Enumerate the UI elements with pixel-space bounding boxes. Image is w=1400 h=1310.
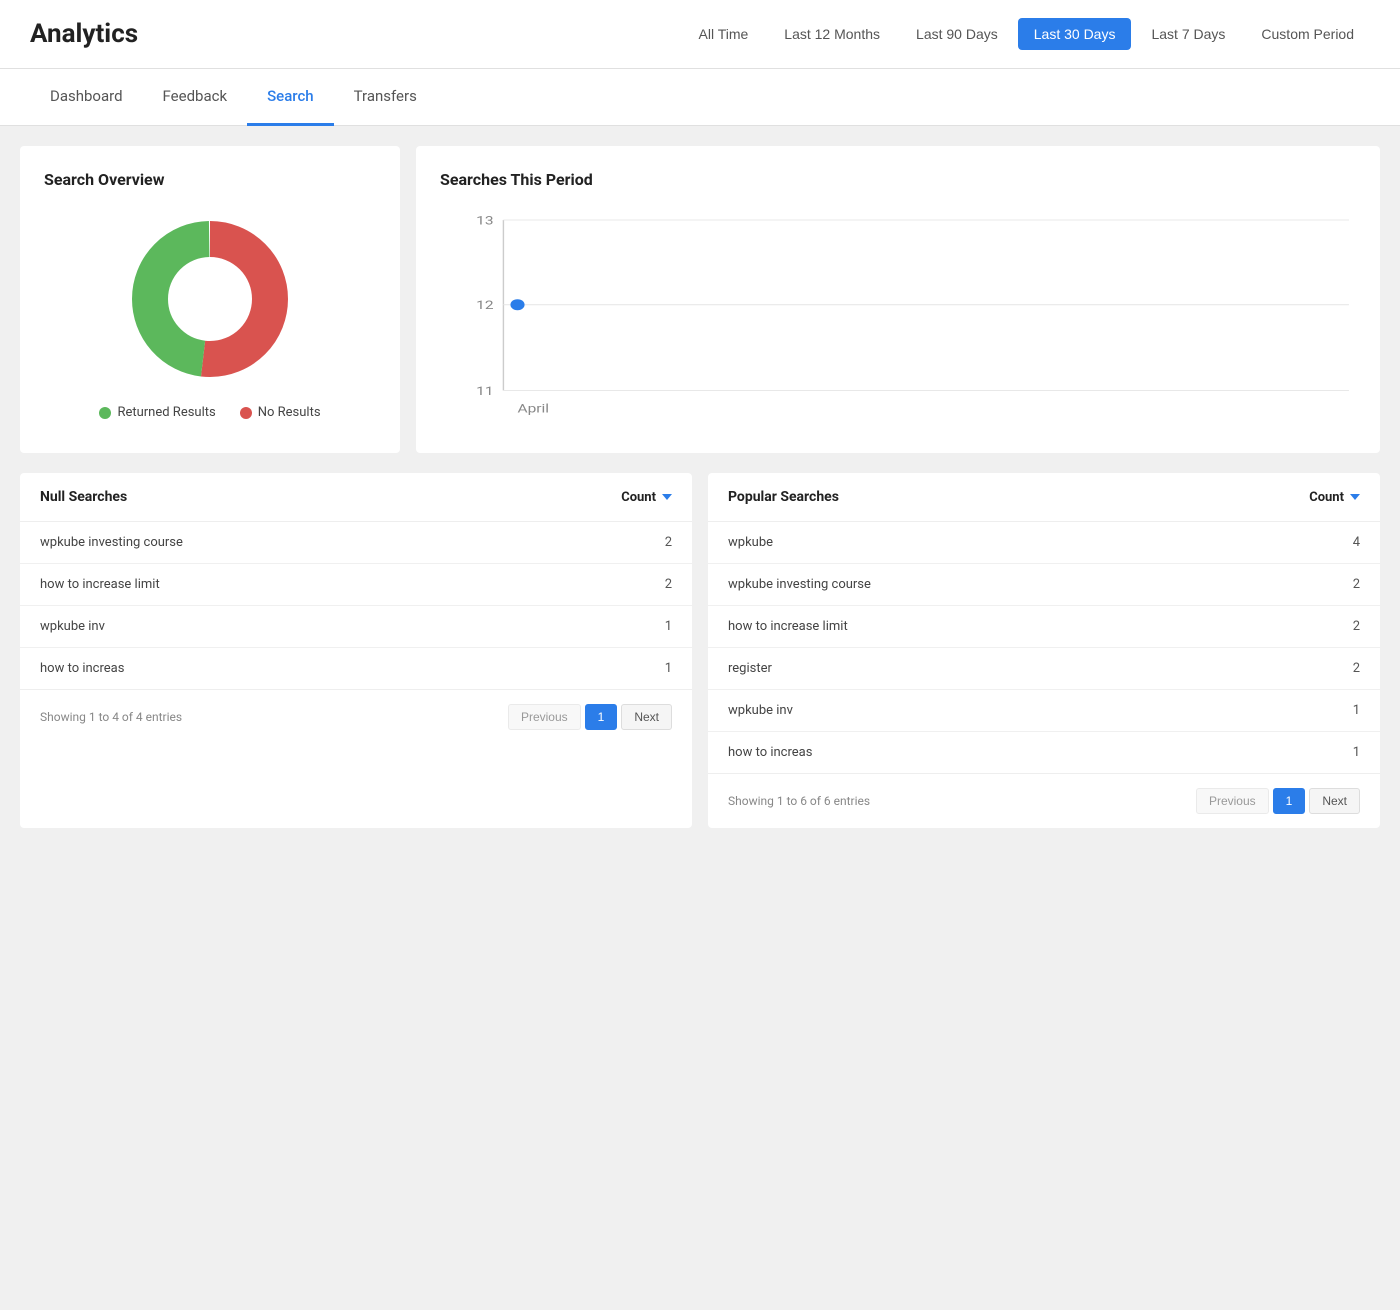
search-overview-card: Search Overview Returned Results No Resul… [20,146,400,453]
line-chart: 13 12 11 April [440,209,1356,429]
main-content: Search Overview Returned Results No Resul… [0,146,1400,848]
popular-searches-prev-btn[interactable]: Previous [1196,788,1269,814]
row-term: register [728,661,772,676]
tab-search[interactable]: Search [247,69,334,126]
row-term: how to increas [40,661,124,676]
legend-label: Returned Results [117,405,215,420]
null-searches-pagination: Showing 1 to 4 of 4 entries Previous 1 N… [20,689,692,744]
row-count: 2 [665,535,672,550]
null-searches-page-btn[interactable]: 1 [585,704,618,730]
svg-text:12: 12 [476,299,494,313]
table-row: register 2 [708,648,1380,690]
timeseries-card: Searches This Period 13 12 11 April [416,146,1380,453]
table-row: wpkube inv 1 [708,690,1380,732]
popular-searches-card: Popular Searches Count wpkube 4 wpkube inv… [708,473,1380,828]
charts-row: Search Overview Returned Results No Resul… [20,146,1380,453]
null-searches-title: Null Searches [40,489,127,505]
timeseries-title: Searches This Period [440,170,1356,189]
row-term: wpkube inv [728,703,793,718]
popular-searches-rows: wpkube4wpkube investing course2how to in… [708,522,1380,773]
row-count: 1 [665,619,672,634]
row-term: wpkube inv [40,619,105,634]
tabs-bar: DashboardFeedbackSearchTransfers [0,69,1400,126]
table-row: how to increas 1 [20,648,692,689]
donut-chart-container: Returned Results No Results [44,209,376,420]
null-searches-showing: Showing 1 to 4 of 4 entries [40,710,182,724]
legend-item: Returned Results [99,405,215,420]
popular-searches-count-header: Count [1309,490,1360,505]
row-count: 2 [1353,661,1360,676]
popular-searches-title: Popular Searches [728,489,839,505]
row-term: how to increase limit [40,577,160,592]
tab-feedback[interactable]: Feedback [143,69,248,126]
legend-dot [99,407,111,419]
null-searches-rows: wpkube investing course2how to increase … [20,522,692,689]
legend-dot [240,407,252,419]
row-term: wpkube investing course [40,535,183,550]
legend-item: No Results [240,405,321,420]
popular-searches-header: Popular Searches Count [708,473,1380,522]
row-count: 4 [1353,535,1360,550]
period-btn-last-90-days[interactable]: Last 90 Days [900,18,1014,50]
search-overview-title: Search Overview [44,170,376,189]
table-row: wpkube investing course 2 [708,564,1380,606]
period-btn-custom-period[interactable]: Custom Period [1245,18,1370,50]
svg-text:13: 13 [476,214,493,228]
row-count: 1 [665,661,672,676]
legend-label: No Results [258,405,321,420]
row-term: wpkube [728,535,773,550]
tables-row: Null Searches Count wpkube investing cou… [20,473,1380,828]
null-searches-header: Null Searches Count [20,473,692,522]
period-btn-last-30-days[interactable]: Last 30 Days [1018,18,1132,50]
null-searches-card: Null Searches Count wpkube investing cou… [20,473,692,828]
null-searches-prev-btn[interactable]: Previous [508,704,581,730]
donut-chart [120,209,300,389]
null-searches-sort-icon[interactable] [662,494,672,500]
row-count: 1 [1353,745,1360,760]
row-term: wpkube investing course [728,577,871,592]
table-row: wpkube inv 1 [20,606,692,648]
svg-text:11: 11 [476,384,493,398]
popular-searches-pagination-controls: Previous 1 Next [1196,788,1360,814]
row-count: 2 [1353,619,1360,634]
period-btn-last-7-days[interactable]: Last 7 Days [1135,18,1241,50]
line-chart-container: 13 12 11 April [440,209,1356,429]
header: Analytics All TimeLast 12 MonthsLast 90 … [0,0,1400,69]
popular-searches-showing: Showing 1 to 6 of 6 entries [728,794,870,808]
popular-searches-page-btn[interactable]: 1 [1273,788,1306,814]
table-row: how to increase limit 2 [20,564,692,606]
row-count: 2 [665,577,672,592]
table-row: how to increas 1 [708,732,1380,773]
popular-searches-sort-icon[interactable] [1350,494,1360,500]
period-nav: All TimeLast 12 MonthsLast 90 DaysLast 3… [683,18,1371,50]
row-term: how to increase limit [728,619,848,634]
popular-searches-next-btn[interactable]: Next [1309,788,1360,814]
tab-transfers[interactable]: Transfers [334,69,437,126]
row-term: how to increas [728,745,812,760]
donut-legend: Returned Results No Results [99,405,320,420]
table-row: wpkube 4 [708,522,1380,564]
page-title: Analytics [30,19,138,49]
table-row: wpkube investing course 2 [20,522,692,564]
period-btn-all-time[interactable]: All Time [683,18,765,50]
null-searches-count-header: Count [621,490,672,505]
row-count: 1 [1353,703,1360,718]
period-btn-last-12-months[interactable]: Last 12 Months [768,18,896,50]
svg-text:April: April [518,402,550,416]
row-count: 2 [1353,577,1360,592]
tab-dashboard[interactable]: Dashboard [30,69,143,126]
null-searches-pagination-controls: Previous 1 Next [508,704,672,730]
popular-searches-pagination: Showing 1 to 6 of 6 entries Previous 1 N… [708,773,1380,828]
null-searches-next-btn[interactable]: Next [621,704,672,730]
table-row: how to increase limit 2 [708,606,1380,648]
